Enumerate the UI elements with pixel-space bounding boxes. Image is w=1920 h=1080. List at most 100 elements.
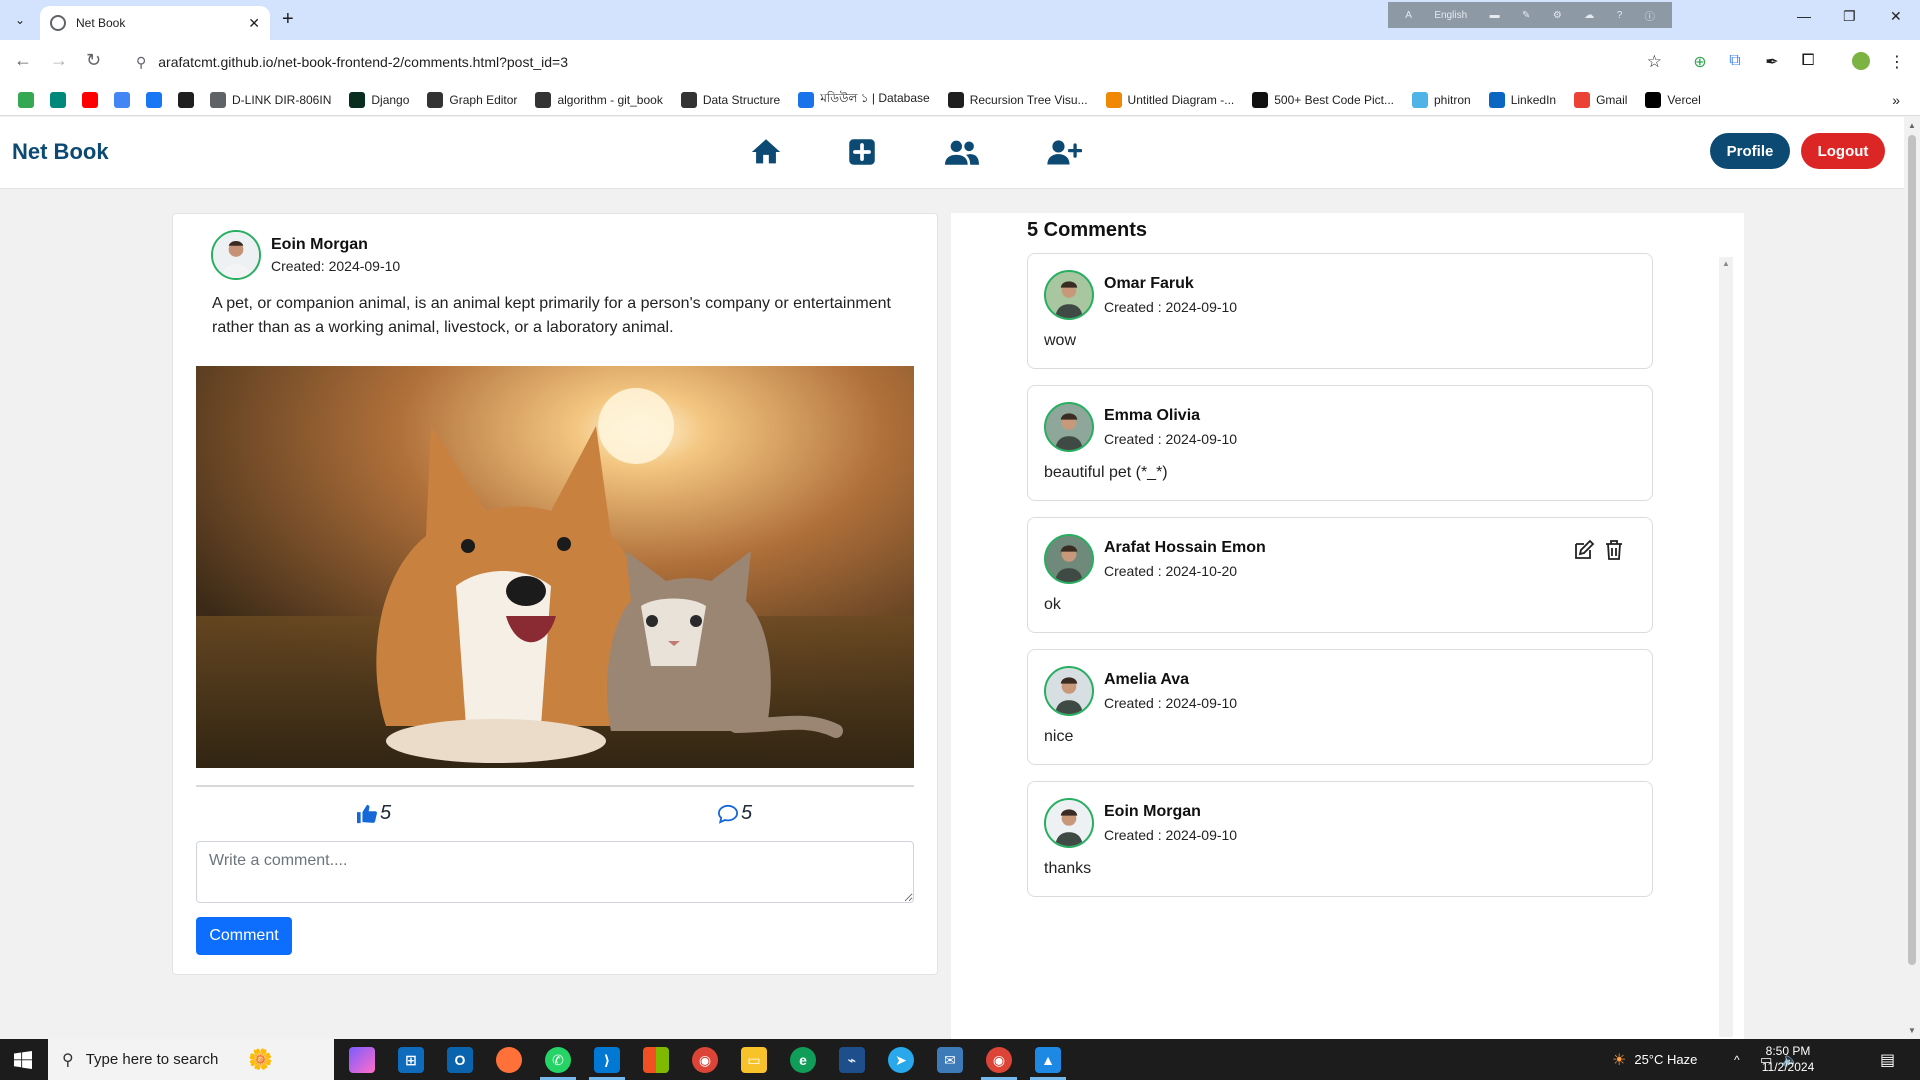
vscode-icon[interactable]: ⟩ <box>594 1047 620 1073</box>
apps-grid-icon[interactable] <box>643 1047 669 1073</box>
weather-widget[interactable]: ☀ 25°C Haze <box>1612 1039 1697 1080</box>
profile-avatar[interactable] <box>1852 52 1870 70</box>
avatar[interactable] <box>1044 534 1094 584</box>
bookmark-item[interactable]: Untitled Diagram -... <box>1105 91 1234 108</box>
logout-button[interactable]: Logout <box>1801 133 1885 169</box>
comment-count-button[interactable]: 5 <box>717 802 752 825</box>
delete-icon[interactable] <box>1602 538 1626 562</box>
comments-list[interactable]: Omar Faruk Created : 2024-09-10 wow Emma… <box>1027 253 1665 1039</box>
photos-icon[interactable]: ▲ <box>1035 1047 1061 1073</box>
extension-plus-icon[interactable]: ⊕ <box>1691 52 1709 71</box>
bookmark-item[interactable] <box>114 91 136 108</box>
back-icon[interactable]: ← <box>14 50 32 71</box>
edit-icon[interactable] <box>1572 538 1596 562</box>
add-friend-icon[interactable] <box>1046 135 1082 169</box>
bookmark-item[interactable] <box>18 91 40 108</box>
translate-icon[interactable]: ⧉ <box>1726 52 1744 70</box>
tray-chevron-icon[interactable]: ^ <box>1734 1039 1740 1080</box>
restore-button[interactable]: ❐ <box>1843 8 1856 25</box>
bookmark-item[interactable] <box>50 91 72 108</box>
chrome-icon[interactable]: ◉ <box>692 1047 718 1073</box>
comment-input[interactable] <box>196 841 914 903</box>
bookmark-item[interactable]: phitron <box>1412 91 1471 108</box>
like-button[interactable]: 5 <box>356 802 391 825</box>
scroll-down-icon[interactable]: ▼ <box>1908 1026 1916 1035</box>
bookmark-item[interactable]: Gmail <box>1574 91 1627 108</box>
avatar[interactable] <box>1044 402 1094 452</box>
keyboard-icon[interactable]: ▬ <box>1490 10 1500 21</box>
post-author-name[interactable]: Eoin Morgan <box>271 236 400 254</box>
friends-icon[interactable] <box>943 135 981 169</box>
bookmark-item[interactable]: Vercel <box>1645 91 1701 108</box>
eyedropper-icon[interactable]: ✒ <box>1763 52 1781 71</box>
edge-icon[interactable]: e <box>790 1047 816 1073</box>
brand-logo[interactable]: Net Book <box>12 139 109 165</box>
bookmark-item[interactable]: Django <box>349 91 409 108</box>
comments-scrollbar[interactable]: ▲ <box>1719 257 1733 1037</box>
firefox-icon[interactable] <box>496 1047 522 1073</box>
scrollbar-thumb[interactable] <box>1908 135 1916 965</box>
settings-icon[interactable]: ⚙ <box>1553 10 1562 21</box>
avatar[interactable] <box>211 230 261 280</box>
ime-mode-icon[interactable]: A <box>1405 10 1412 21</box>
mail-icon[interactable]: ✉ <box>937 1047 963 1073</box>
browser-tab[interactable]: Net Book ✕ <box>40 6 270 40</box>
profile-button[interactable]: Profile <box>1710 133 1790 169</box>
bookmark-item[interactable]: Graph Editor <box>427 91 517 108</box>
minimize-button[interactable]: — <box>1797 8 1811 24</box>
bookmark-item[interactable] <box>82 91 104 108</box>
comment-submit-button[interactable]: Comment <box>196 917 292 955</box>
comment-author-name[interactable]: Amelia Ava <box>1104 671 1237 689</box>
close-window-button[interactable]: ✕ <box>1890 8 1902 25</box>
chrome-active-icon[interactable]: ◉ <box>986 1047 1012 1073</box>
system-clock[interactable]: 8:50 PM 11/2/2024 <box>1748 1043 1828 1075</box>
reload-icon[interactable]: ↻ <box>86 50 101 71</box>
info-icon[interactable]: ⓘ <box>1645 8 1655 23</box>
terminal-icon[interactable]: ⌁ <box>839 1047 865 1073</box>
microsoft-store-icon[interactable]: ⊞ <box>398 1047 424 1073</box>
bookmark-item[interactable]: LinkedIn <box>1488 91 1556 108</box>
bookmark-item[interactable]: D-LINK DIR-806IN <box>210 91 331 108</box>
tab-search-button[interactable]: ⌄ <box>8 9 32 31</box>
pen-icon[interactable]: ✎ <box>1522 10 1530 21</box>
notifications-icon[interactable]: ▤ <box>1880 1039 1895 1080</box>
page-scrollbar[interactable]: ▲ ▼ <box>1904 117 1920 1039</box>
comment-author-name[interactable]: Arafat Hossain Emon <box>1104 539 1266 557</box>
avatar[interactable] <box>1044 798 1094 848</box>
scroll-up-icon[interactable]: ▲ <box>1722 259 1730 268</box>
bookmark-item[interactable]: 500+ Best Code Pict... <box>1252 91 1394 108</box>
telegram-icon[interactable]: ➤ <box>888 1047 914 1073</box>
add-post-icon[interactable] <box>845 135 879 169</box>
bookmark-item[interactable]: মডিউল ১ | Database <box>798 90 930 110</box>
comment-author-name[interactable]: Omar Faruk <box>1104 275 1237 293</box>
menu-icon[interactable]: ⋮ <box>1888 52 1906 71</box>
outlook-icon[interactable]: O <box>447 1047 473 1073</box>
bookmarks-overflow-icon[interactable]: » <box>1892 92 1900 108</box>
scroll-up-icon[interactable]: ▲ <box>1908 121 1916 130</box>
whatsapp-icon[interactable]: ✆ <box>545 1047 571 1073</box>
cloud-icon[interactable]: ☁ <box>1584 10 1594 21</box>
avatar[interactable] <box>1044 270 1094 320</box>
comment-author-name[interactable]: Eoin Morgan <box>1104 803 1237 821</box>
close-tab-icon[interactable]: ✕ <box>248 15 260 32</box>
omnibox[interactable]: ⚲ arafatcmt.github.io/net-book-frontend-… <box>124 46 1676 78</box>
ime-language-label[interactable]: English <box>1434 10 1467 21</box>
copilot-icon[interactable] <box>349 1047 375 1073</box>
extensions-icon[interactable]: ⧠ <box>1799 52 1817 70</box>
url-text[interactable]: arafatcmt.github.io/net-book-frontend-2/… <box>158 54 568 70</box>
comment-author-name[interactable]: Emma Olivia <box>1104 407 1237 425</box>
language-bar[interactable]: A English ▬ ✎ ⚙ ☁ ? ⓘ <box>1388 2 1672 28</box>
bookmark-item[interactable] <box>178 91 200 108</box>
bookmark-star-icon[interactable]: ☆ <box>1647 52 1662 72</box>
taskbar-search[interactable]: ⚲ Type here to search 🌼 <box>48 1039 334 1080</box>
avatar[interactable] <box>1044 666 1094 716</box>
help-icon[interactable]: ? <box>1617 10 1623 21</box>
bookmark-item[interactable]: Recursion Tree Visu... <box>947 91 1088 108</box>
file-explorer-icon[interactable]: ▭ <box>741 1047 767 1073</box>
new-tab-button[interactable]: + <box>282 8 294 31</box>
bookmark-item[interactable]: algorithm - git_book <box>535 91 663 108</box>
windows-start-icon[interactable] <box>14 1051 32 1069</box>
forward-icon[interactable]: → <box>50 50 68 71</box>
home-icon[interactable] <box>749 135 783 169</box>
bookmark-item[interactable] <box>146 91 168 108</box>
